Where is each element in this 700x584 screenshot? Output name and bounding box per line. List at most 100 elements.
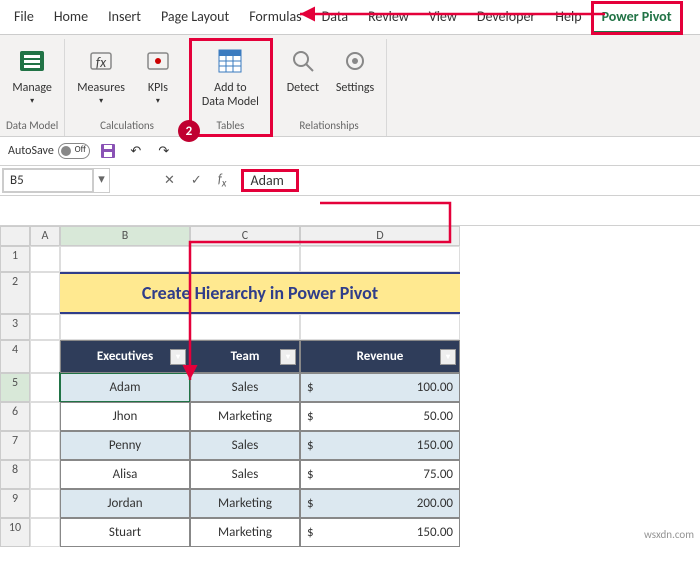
- cell[interactable]: Alisa: [60, 460, 190, 489]
- col-header-a[interactable]: A: [30, 226, 60, 246]
- measures-label: Measures: [77, 81, 125, 95]
- cell[interactable]: $50.00: [300, 402, 460, 431]
- name-box[interactable]: B5: [3, 169, 93, 192]
- cell[interactable]: [30, 431, 60, 460]
- formula-value: Adam: [242, 170, 297, 191]
- filter-button[interactable]: ▾: [170, 349, 186, 365]
- tab-review[interactable]: Review: [358, 2, 419, 34]
- tab-page-layout[interactable]: Page Layout: [151, 2, 239, 34]
- autosave-toggle[interactable]: AutoSave Off: [8, 143, 90, 159]
- row-header[interactable]: 5: [0, 373, 30, 402]
- table-header-executives[interactable]: Executives▾: [60, 340, 190, 373]
- cell[interactable]: [30, 246, 60, 272]
- kpis-icon: [142, 45, 174, 77]
- col-header-d[interactable]: D: [300, 226, 460, 246]
- ribbon: Manage ▾ Data Model fx Measures ▾: [0, 35, 700, 137]
- cell[interactable]: Jordan: [60, 489, 190, 518]
- cell[interactable]: Penny: [60, 431, 190, 460]
- group-data-model: Manage ▾ Data Model: [0, 39, 65, 136]
- undo-button[interactable]: ↶: [126, 141, 146, 161]
- cell[interactable]: $200.00: [300, 489, 460, 518]
- cell[interactable]: Marketing: [190, 489, 300, 518]
- cell-b5[interactable]: Adam: [60, 373, 190, 402]
- cell[interactable]: [60, 246, 190, 272]
- cell[interactable]: Sales: [190, 373, 300, 402]
- cell[interactable]: [190, 314, 300, 340]
- redo-button[interactable]: ↷: [154, 141, 174, 161]
- table-header-team[interactable]: Team▾: [190, 340, 300, 373]
- tab-formulas[interactable]: Formulas: [239, 2, 311, 34]
- row-header[interactable]: 8: [0, 460, 30, 489]
- cell[interactable]: [30, 518, 60, 547]
- toggle-off-icon[interactable]: Off: [58, 143, 90, 159]
- name-box-dropdown[interactable]: ▾: [93, 169, 109, 192]
- ribbon-tabs: File Home Insert Page Layout Formulas Da…: [0, 0, 700, 35]
- select-all-corner[interactable]: [0, 226, 30, 246]
- row-header[interactable]: 3: [0, 314, 30, 340]
- row-header[interactable]: 4: [0, 340, 30, 373]
- cell[interactable]: [190, 246, 300, 272]
- tab-help[interactable]: Help: [545, 2, 591, 34]
- tab-view[interactable]: View: [419, 2, 467, 34]
- cell[interactable]: Sales: [190, 460, 300, 489]
- cell[interactable]: [30, 489, 60, 518]
- cell[interactable]: [30, 340, 60, 373]
- add-to-data-model-button[interactable]: Add to Data Model: [196, 41, 265, 117]
- sheet-title[interactable]: Create Hierarchy in Power Pivot: [60, 272, 460, 314]
- cell[interactable]: $100.00: [300, 373, 460, 402]
- group-relationships: Detect Settings Relationships: [272, 39, 387, 136]
- kpis-button[interactable]: KPIs ▾: [133, 41, 183, 117]
- cell[interactable]: [30, 373, 60, 402]
- group-label: Calculations: [100, 117, 154, 134]
- cell[interactable]: $75.00: [300, 460, 460, 489]
- settings-label: Settings: [336, 81, 374, 95]
- cell[interactable]: Sales: [190, 431, 300, 460]
- cell[interactable]: [300, 314, 460, 340]
- tab-home[interactable]: Home: [44, 2, 98, 34]
- tab-developer[interactable]: Developer: [467, 2, 545, 34]
- filter-button[interactable]: ▾: [280, 349, 296, 365]
- col-header-b[interactable]: B: [60, 226, 190, 246]
- cell[interactable]: [60, 314, 190, 340]
- group-calculations: fx Measures ▾ KPIs ▾ Calculations: [65, 39, 190, 136]
- cell[interactable]: [30, 314, 60, 340]
- cell[interactable]: [30, 460, 60, 489]
- save-button[interactable]: [98, 141, 118, 161]
- cell[interactable]: [300, 246, 460, 272]
- measures-button[interactable]: fx Measures ▾: [71, 41, 131, 117]
- svg-text:fx: fx: [96, 54, 107, 71]
- tab-data[interactable]: Data: [312, 2, 358, 34]
- insert-function-button[interactable]: fx: [212, 170, 233, 192]
- cell[interactable]: Stuart: [60, 518, 190, 547]
- cell[interactable]: Marketing: [190, 402, 300, 431]
- row-header[interactable]: 1: [0, 246, 30, 272]
- worksheet-grid[interactable]: A B C D 1 2 Create Hierarchy in Power Pi…: [0, 226, 700, 547]
- row-header[interactable]: 2: [0, 272, 30, 314]
- group-label: Data Model: [6, 117, 58, 134]
- manage-button[interactable]: Manage ▾: [6, 41, 58, 117]
- tab-file[interactable]: File: [4, 2, 44, 34]
- cell[interactable]: Marketing: [190, 518, 300, 547]
- cell[interactable]: $150.00: [300, 518, 460, 547]
- chevron-down-icon: ▾: [99, 97, 103, 107]
- cancel-formula-button[interactable]: ✕: [158, 171, 181, 190]
- cell[interactable]: [30, 272, 60, 314]
- tab-power-pivot[interactable]: Power Pivot: [592, 2, 682, 34]
- undo-icon: ↶: [130, 144, 141, 159]
- cell[interactable]: [30, 402, 60, 431]
- filter-button[interactable]: ▾: [440, 349, 456, 365]
- formula-bar[interactable]: Adam: [236, 169, 698, 192]
- row-header[interactable]: 10: [0, 518, 30, 547]
- settings-button[interactable]: Settings: [330, 41, 380, 117]
- cell[interactable]: Jhon: [60, 402, 190, 431]
- row-header[interactable]: 6: [0, 402, 30, 431]
- chevron-down-icon: ▾: [156, 97, 160, 107]
- table-header-revenue[interactable]: Revenue▾: [300, 340, 460, 373]
- cell[interactable]: $150.00: [300, 431, 460, 460]
- tab-insert[interactable]: Insert: [98, 2, 151, 34]
- enter-formula-button[interactable]: ✓: [185, 171, 208, 190]
- row-header[interactable]: 7: [0, 431, 30, 460]
- row-header[interactable]: 9: [0, 489, 30, 518]
- col-header-c[interactable]: C: [190, 226, 300, 246]
- detect-button[interactable]: Detect: [278, 41, 328, 117]
